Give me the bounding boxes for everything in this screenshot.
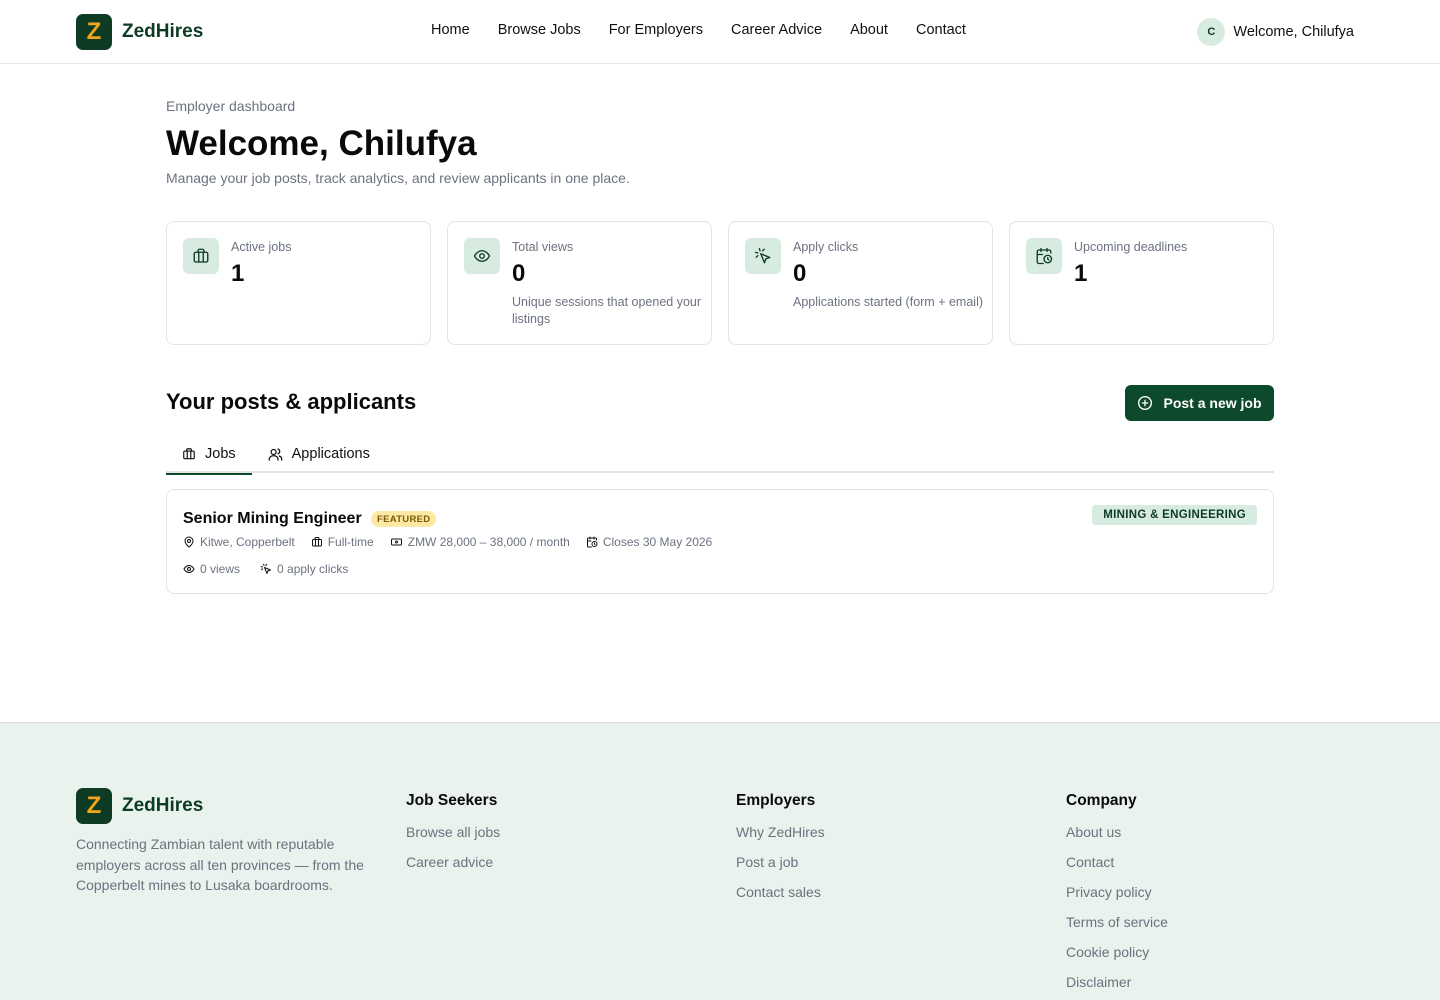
job-type: Full-time [311,535,374,549]
stat-value: 0 [793,260,807,287]
dashboard-eyebrow: Employer dashboard [166,98,296,114]
posts-tabs: Jobs Applications [166,435,1274,475]
footer-column-title: Company [1066,792,1137,809]
footer-link-cookies[interactable]: Cookie policy [1066,943,1168,961]
brand-logo-icon: Z [76,788,112,824]
cursor-click-icon [745,238,781,274]
footer-column-title: Employers [736,792,816,809]
footer-column-employers: Employers Why ZedHires Post a job Contac… [736,792,825,913]
stat-card-apply-clicks: Apply clicks 0 Applications started (for… [728,221,993,345]
stat-note: Unique sessions that opened your listing… [512,295,702,326]
job-analytics: 0 views 0 apply clicks [183,562,348,576]
calendar-clock-icon [1026,238,1062,274]
nav-home[interactable]: Home [431,22,470,38]
stat-card-total-views: Total views 0 Unique sessions that opene… [447,221,712,345]
job-location: Kitwe, Copperbelt [183,535,295,549]
footer-link-why-zedhires[interactable]: Why ZedHires [736,823,825,841]
footer-link-contact[interactable]: Contact [1066,853,1168,871]
featured-badge: FEATURED [371,511,437,527]
users-icon [268,447,283,461]
job-apply-clicks: 0 apply clicks [260,562,348,576]
footer-link-terms[interactable]: Terms of service [1066,913,1168,931]
section-title: Your posts & applicants [166,389,417,414]
briefcase-icon [183,238,219,274]
footer-column-company: Company About us Contact Privacy policy … [1066,792,1168,1000]
site-header: Z ZedHires Home Browse Jobs For Employer… [0,0,1440,64]
stat-value: 1 [231,260,245,287]
stat-card-active-jobs: Active jobs 1 [166,221,431,345]
tab-jobs[interactable]: Jobs [166,435,252,475]
footer-link-contact-sales[interactable]: Contact sales [736,883,825,901]
eye-icon [183,565,195,573]
category-badge: MINING & ENGINEERING [1092,505,1257,525]
job-closing-date: Closes 30 May 2026 [586,535,712,549]
user-menu[interactable]: C Welcome, Chilufya [1197,18,1354,46]
page-subtitle: Manage your job posts, track analytics, … [166,170,630,186]
nav-browse-jobs[interactable]: Browse Jobs [498,22,581,38]
stat-card-upcoming-deadlines: Upcoming deadlines 1 [1009,221,1274,345]
avatar: C [1197,18,1226,46]
brand-logo-icon: Z [76,14,112,50]
footer-link-post-job[interactable]: Post a job [736,853,825,871]
cursor-click-icon [260,563,272,574]
nav-contact[interactable]: Contact [916,22,966,38]
job-meta: Kitwe, Copperbelt Full-time ZMW 28,000 –… [183,535,712,549]
map-pin-icon [184,536,194,548]
tab-jobs-label: Jobs [205,446,236,462]
stat-label: Apply clicks [793,240,859,254]
nav-about[interactable]: About [850,22,888,38]
briefcase-icon [311,537,322,547]
footer-link-browse-jobs[interactable]: Browse all jobs [406,823,500,841]
site-footer: Z ZedHires Connecting Zambian talent wit… [0,722,1440,1000]
stat-label: Upcoming deadlines [1074,240,1188,254]
post-new-job-label: Post a new job [1163,395,1262,411]
footer-brand-link[interactable]: Z ZedHires [76,788,203,824]
nav-for-employers[interactable]: For Employers [609,22,703,38]
calendar-clock-icon [586,536,598,548]
briefcase-icon [183,448,195,460]
stat-value: 1 [1074,260,1088,287]
job-views: 0 views [183,562,240,576]
job-salary: ZMW 28,000 – 38,000 / month [390,535,570,549]
footer-column-job-seekers: Job Seekers Browse all jobs Career advic… [406,792,500,883]
job-card[interactable]: Senior Mining Engineer FEATURED MINING &… [166,489,1274,594]
stat-label: Total views [512,240,574,254]
footer-column-title: Job Seekers [406,792,498,809]
footer-link-career-advice[interactable]: Career advice [406,853,500,871]
stat-value: 0 [512,260,526,287]
page-title: Welcome, Chilufya [166,124,477,163]
footer-link-privacy[interactable]: Privacy policy [1066,883,1168,901]
stats-row: Active jobs 1 Total views 0 Unique sessi… [166,221,1274,345]
user-greeting: Welcome, Chilufya [1233,24,1354,40]
tab-applications-label: Applications [291,446,370,462]
stat-note: Applications started (form + email) [793,295,984,309]
footer-description: Connecting Zambian talent with reputable… [76,836,364,893]
brand-logo-link[interactable]: Z ZedHires [76,14,203,50]
footer-link-about-us[interactable]: About us [1066,823,1168,841]
plus-circle-icon [1138,396,1153,410]
main-nav: Home Browse Jobs For Employers Career Ad… [431,22,966,38]
eye-icon [464,238,500,274]
nav-career-advice[interactable]: Career Advice [731,22,822,38]
tab-applications[interactable]: Applications [252,435,386,473]
brand-name: ZedHires [122,795,204,816]
banknote-icon [390,538,402,546]
brand-name: ZedHires [122,21,204,42]
stat-label: Active jobs [231,240,292,254]
footer-link-disclaimer[interactable]: Disclaimer [1066,973,1168,991]
post-new-job-button[interactable]: Post a new job [1125,385,1274,421]
job-title[interactable]: Senior Mining Engineer [183,510,362,528]
